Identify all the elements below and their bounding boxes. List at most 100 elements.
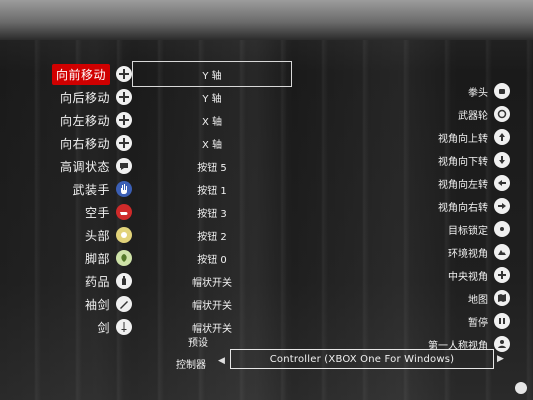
binding-field-medicine[interactable]: 帽状开关 [132,270,292,292]
action-row-armed-hand[interactable]: 武装手 [36,178,132,200]
action-label: 药品 [84,274,110,289]
binding-field-move-left[interactable]: X 轴 [132,109,292,131]
controller-select[interactable]: Controller (XBOX One For Windows) [230,349,494,369]
action-row-empty-hand[interactable]: 空手 [36,201,132,223]
action-row-head[interactable]: 头部 [36,224,132,246]
action-row-high-profile[interactable]: 高调状态 [36,155,132,177]
action-row-target-lock[interactable]: 目标锁定 [380,218,510,240]
action-row-legs[interactable]: 脚部 [36,247,132,269]
action-row-look-up[interactable]: 视角向上转 [380,126,510,148]
action-row-look-right[interactable]: 视角向右转 [380,195,510,217]
binding-field-empty-hand[interactable]: 按钮 3 [132,201,292,223]
dpad-icon [116,112,132,128]
action-row-center-view[interactable]: 中央视角 [380,264,510,286]
action-label: 地图 [468,294,488,306]
action-row-sword[interactable]: 剑 [36,316,132,338]
action-row-look-down[interactable]: 视角向下转 [380,149,510,171]
action-label: 视角向右转 [438,202,488,214]
action-label: 高调状态 [59,159,110,174]
binding-value: 按钮 5 [197,162,227,174]
action-row-move-forward[interactable]: 向前移动 [36,63,132,85]
speech-bubble-icon [116,158,132,174]
binding-value: 帽状开关 [192,277,232,289]
binding-value: Y 轴 [202,70,222,82]
action-label: 视角向下转 [438,156,488,168]
binding-value: X 轴 [201,116,223,128]
dpad-icon [116,89,132,105]
binding-field-hidden-blade[interactable]: 帽状开关 [132,293,292,315]
binding-value: 按钮 3 [197,208,227,220]
arrow-up-icon [494,129,510,145]
action-label: 拳头 [468,87,488,99]
binding-field-move-back[interactable]: Y 轴 [132,86,292,108]
binding-field-move-forward[interactable]: Y 轴 [132,61,292,87]
action-row-move-left[interactable]: 向左移动 [36,109,132,131]
binding-field-armed-hand[interactable]: 按钮 1 [132,178,292,200]
controller-label: 控制器 [176,360,206,371]
arrow-down-icon [494,152,510,168]
weapon-wheel-icon [494,106,510,122]
arrow-left-icon [494,175,510,191]
action-label: 向后移动 [59,90,110,105]
binding-value: Y 轴 [202,93,222,105]
action-row-move-back[interactable]: 向后移动 [36,86,132,108]
top-gradient-bar [0,0,533,40]
action-row-medicine[interactable]: 药品 [36,270,132,292]
pause-icon [494,313,510,329]
action-row-hidden-blade[interactable]: 袖剑 [36,293,132,315]
binding-field-sword[interactable]: 帽状开关 [132,316,292,338]
binding-value: 帽状开关 [192,300,232,312]
action-row-fist[interactable]: 拳头 [380,80,510,102]
action-label: 武装手 [72,182,110,197]
blade-icon [116,296,132,312]
binding-field-legs[interactable]: 按钮 0 [132,247,292,269]
action-label: 向左移动 [59,113,110,128]
center-view-icon [494,267,510,283]
binding-value: 帽状开关 [192,323,232,335]
settings-icon[interactable] [515,382,527,394]
dpad-icon [116,66,132,82]
action-label: 武器轮 [458,110,488,122]
map-icon [494,290,510,306]
target-lock-icon [494,221,510,237]
action-row-pause[interactable]: 暂停 [380,310,510,332]
hand-icon [116,204,132,220]
first-person-icon [494,336,510,352]
binding-value: X 轴 [201,139,223,151]
action-row-map[interactable]: 地图 [380,287,510,309]
fist-icon [494,83,510,99]
sword-icon [116,319,132,335]
dpad-icon [116,135,132,151]
action-label: 向右移动 [59,136,110,151]
action-label: 暂停 [468,317,488,329]
action-row-look-left[interactable]: 视角向左转 [380,172,510,194]
binding-field-head[interactable]: 按钮 2 [132,224,292,246]
action-label: 向前移动 [51,63,110,85]
action-label: 环境视角 [448,248,488,260]
action-label: 中央视角 [448,271,488,283]
binding-value: 按钮 0 [197,254,227,266]
controller-prev-arrow[interactable]: ◀ [218,356,225,366]
action-row-environment-view[interactable]: 环境视角 [380,241,510,263]
bottle-icon [116,273,132,289]
environment-icon [494,244,510,260]
preset-label: 预设 [188,338,208,349]
action-row-move-right[interactable]: 向右移动 [36,132,132,154]
binding-field-move-right[interactable]: X 轴 [132,132,292,154]
controller-value: Controller (XBOX One For Windows) [269,353,455,365]
binding-value: 按钮 2 [197,231,227,243]
controller-next-arrow[interactable]: ▶ [497,354,504,364]
action-label: 袖剑 [84,297,110,312]
action-label: 空手 [84,205,110,220]
action-label: 视角向上转 [438,133,488,145]
head-icon [116,227,132,243]
action-row-weapon-wheel[interactable]: 武器轮 [380,103,510,125]
binding-value: 按钮 1 [197,185,227,197]
binding-field-high-profile[interactable]: 按钮 5 [132,155,292,177]
action-label: 目标锁定 [448,225,488,237]
arrow-right-icon [494,198,510,214]
action-label: 视角向左转 [438,179,488,191]
action-label: 头部 [84,228,110,243]
action-label: 剑 [97,320,110,335]
leaf-icon [116,250,132,266]
